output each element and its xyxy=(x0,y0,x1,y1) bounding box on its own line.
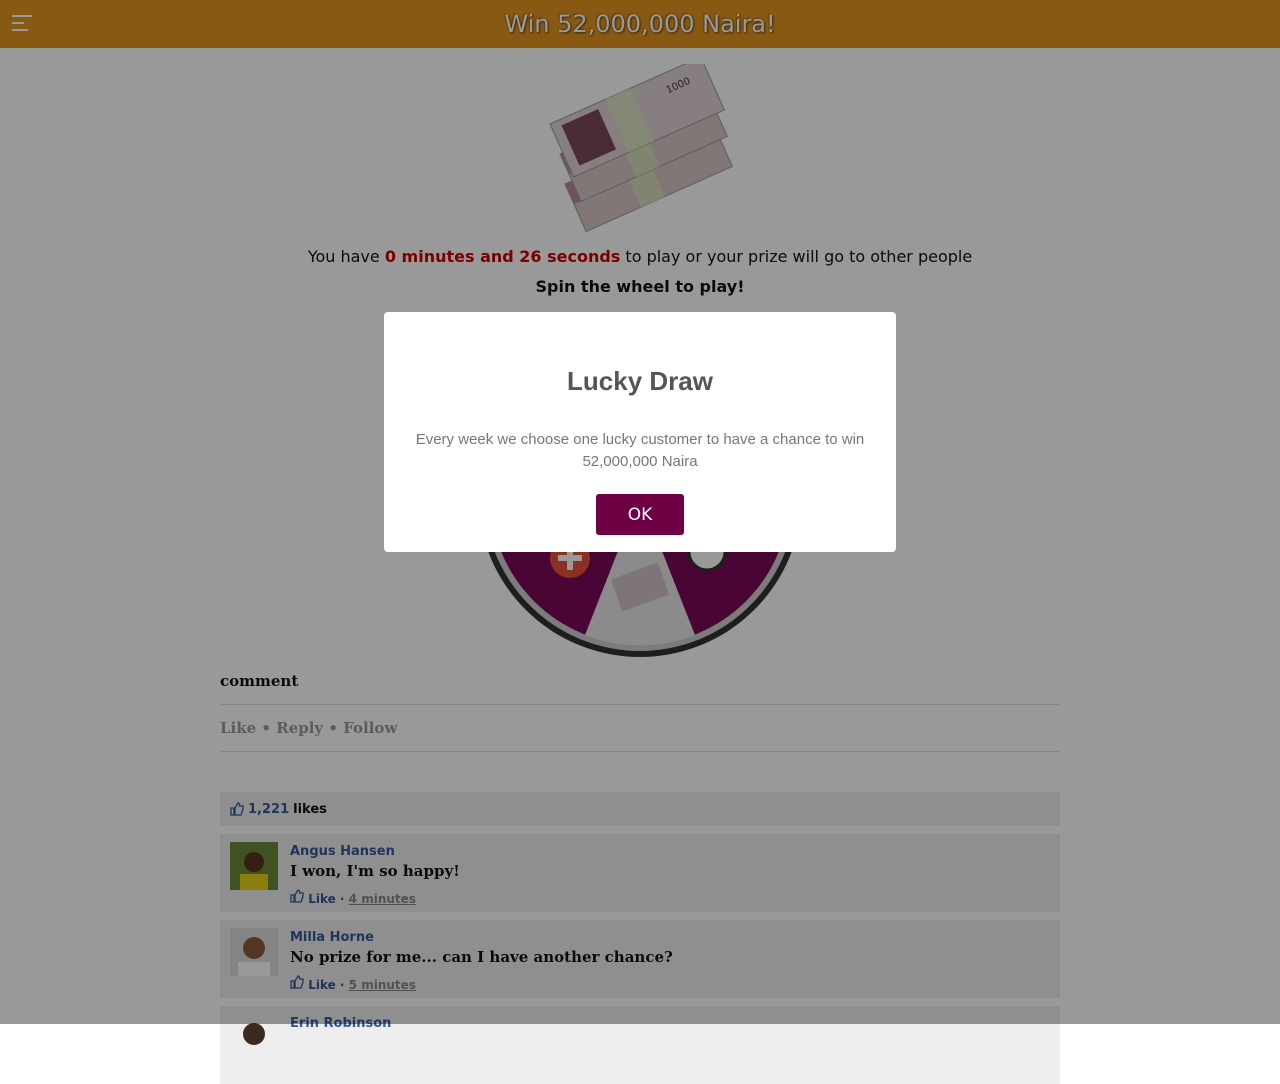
modal-title: Lucky Draw xyxy=(567,366,713,396)
ok-button[interactable]: OK xyxy=(596,494,684,535)
modal-body: Every week we choose one lucky customer … xyxy=(415,431,865,470)
lucky-draw-modal: Lucky Draw Every week we choose one luck… xyxy=(384,312,896,552)
